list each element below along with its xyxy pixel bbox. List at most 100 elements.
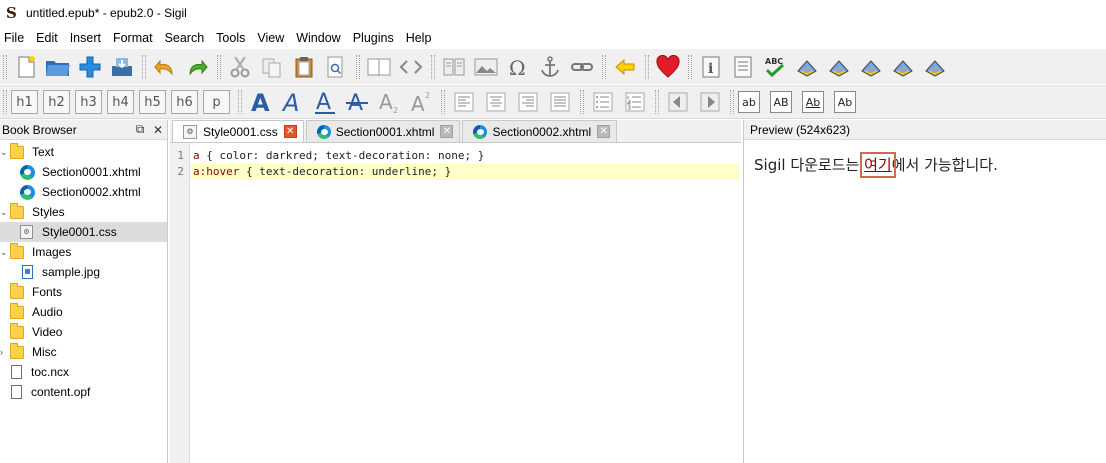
- chevron-down-icon[interactable]: ⌄: [0, 247, 8, 258]
- capitalize-button[interactable]: Ab: [834, 91, 856, 113]
- heading-h6-button[interactable]: h6: [171, 90, 198, 114]
- heading-h1-button[interactable]: h1: [11, 90, 38, 114]
- donate-heart-icon[interactable]: [653, 53, 683, 81]
- tab-section0001-xhtml[interactable]: Section0001.xhtml ✕: [305, 120, 461, 142]
- plugin-2-icon[interactable]: [824, 53, 854, 81]
- plugin-1-icon[interactable]: [792, 53, 822, 81]
- code-line-current[interactable]: a:hover { text-decoration: underline; }: [191, 164, 739, 180]
- tree-folder-fonts[interactable]: Fonts: [0, 282, 167, 302]
- toolbar-grip[interactable]: [3, 90, 7, 114]
- tree-file-style0001[interactable]: ⚙ Style0001.css: [0, 222, 167, 242]
- heading-h5-button[interactable]: h5: [139, 90, 166, 114]
- toolbar-grip[interactable]: [655, 90, 659, 114]
- toolbar-grip[interactable]: [238, 90, 242, 114]
- plugin-5-icon[interactable]: [920, 53, 950, 81]
- close-tab-icon[interactable]: ✕: [597, 125, 611, 138]
- toolbar-grip[interactable]: [645, 54, 649, 79]
- spellcheck-icon[interactable]: ABC: [760, 53, 790, 81]
- split-file-icon[interactable]: [439, 53, 469, 81]
- menu-format[interactable]: Format: [113, 31, 159, 45]
- menu-window[interactable]: Window: [296, 31, 346, 45]
- toolbar-grip[interactable]: [3, 54, 7, 79]
- underline-icon[interactable]: A: [310, 88, 340, 116]
- numbered-list-icon[interactable]: [620, 88, 650, 116]
- toolbar-grip[interactable]: [730, 90, 734, 114]
- tree-file-sample-jpg[interactable]: sample.jpg: [0, 262, 167, 282]
- toolbar-grip[interactable]: [580, 90, 584, 114]
- menu-view[interactable]: View: [257, 31, 290, 45]
- insert-link-icon[interactable]: [567, 53, 597, 81]
- close-tab-icon[interactable]: ✕: [440, 125, 454, 138]
- tree-file-section0002[interactable]: Section0002.xhtml: [0, 182, 167, 202]
- insert-image-icon[interactable]: [471, 53, 501, 81]
- align-right-icon[interactable]: [513, 88, 543, 116]
- tree-file-content-opf[interactable]: content.opf: [0, 382, 167, 402]
- tree-folder-text[interactable]: ⌄ Text: [0, 142, 167, 162]
- chevron-right-icon[interactable]: ›: [0, 347, 8, 357]
- save-icon[interactable]: [107, 53, 137, 81]
- toolbar-grip[interactable]: [688, 54, 692, 79]
- increase-indent-icon[interactable]: [695, 88, 725, 116]
- undo-icon[interactable]: [150, 53, 180, 81]
- float-panel-icon[interactable]: ⧉: [131, 122, 149, 137]
- find-icon[interactable]: [321, 53, 351, 81]
- tree-file-section0001[interactable]: Section0001.xhtml: [0, 162, 167, 182]
- paragraph-button[interactable]: p: [203, 90, 230, 114]
- tab-section0002-xhtml[interactable]: Section0002.xhtml ✕: [462, 120, 618, 142]
- preview-content[interactable]: Sigil 다운로드는 여기에서 가능합니다.: [744, 140, 1106, 178]
- cut-icon[interactable]: [225, 53, 255, 81]
- subscript-icon[interactable]: A2: [374, 88, 404, 116]
- code-line[interactable]: a { color: darkred; text-decoration: non…: [191, 148, 739, 164]
- code-view-icon[interactable]: [396, 53, 426, 81]
- toolbar-grip[interactable]: [142, 54, 146, 79]
- align-left-icon[interactable]: [449, 88, 479, 116]
- toolbar-grip[interactable]: [356, 54, 360, 79]
- menu-plugins[interactable]: Plugins: [353, 31, 400, 45]
- insert-anchor-icon[interactable]: [535, 53, 565, 81]
- heading-h3-button[interactable]: h3: [75, 90, 102, 114]
- tab-style0001-css[interactable]: ⚙ Style0001.css ✕: [172, 120, 304, 142]
- tree-folder-styles[interactable]: ⌄ Styles: [0, 202, 167, 222]
- strikethrough-icon[interactable]: A: [342, 88, 372, 116]
- bold-icon[interactable]: A: [246, 88, 276, 116]
- code-content[interactable]: a { color: darkred; text-decoration: non…: [191, 148, 739, 180]
- justify-icon[interactable]: [545, 88, 575, 116]
- add-plus-icon[interactable]: [75, 53, 105, 81]
- align-center-icon[interactable]: [481, 88, 511, 116]
- titlecase-button[interactable]: Ab: [802, 91, 824, 113]
- menu-tools[interactable]: Tools: [216, 31, 251, 45]
- paste-icon[interactable]: [289, 53, 319, 81]
- open-folder-icon[interactable]: [43, 53, 73, 81]
- italic-icon[interactable]: A: [278, 88, 308, 116]
- tree-file-toc-ncx[interactable]: toc.ncx: [0, 362, 167, 382]
- toolbar-grip[interactable]: [431, 54, 435, 79]
- go-back-arrow-icon[interactable]: [610, 53, 640, 81]
- tree-folder-video[interactable]: Video: [0, 322, 167, 342]
- book-view-icon[interactable]: [364, 53, 394, 81]
- bullet-list-icon[interactable]: [588, 88, 618, 116]
- toolbar-grip[interactable]: [217, 54, 221, 79]
- preview-link[interactable]: 여기: [860, 152, 896, 178]
- tree-folder-misc[interactable]: › Misc: [0, 342, 167, 362]
- chevron-down-icon[interactable]: ⌄: [0, 207, 8, 218]
- tree-folder-audio[interactable]: Audio: [0, 302, 167, 322]
- new-file-icon[interactable]: [11, 53, 41, 81]
- uppercase-button[interactable]: AB: [770, 91, 792, 113]
- toc-icon[interactable]: [728, 53, 758, 81]
- heading-h4-button[interactable]: h4: [107, 90, 134, 114]
- close-tab-icon[interactable]: ✕: [283, 125, 297, 138]
- tree-folder-images[interactable]: ⌄ Images: [0, 242, 167, 262]
- copy-icon[interactable]: [257, 53, 287, 81]
- menu-help[interactable]: Help: [406, 31, 438, 45]
- toolbar-grip[interactable]: [602, 54, 606, 79]
- redo-icon[interactable]: [182, 53, 212, 81]
- menu-search[interactable]: Search: [165, 31, 211, 45]
- decrease-indent-icon[interactable]: [663, 88, 693, 116]
- toolbar-grip[interactable]: [441, 90, 445, 114]
- plugin-3-icon[interactable]: [856, 53, 886, 81]
- book-info-icon[interactable]: i: [696, 53, 726, 81]
- plugin-4-icon[interactable]: [888, 53, 918, 81]
- code-editor[interactable]: 1 2 a { color: darkred; text-decoration:…: [170, 142, 741, 463]
- menu-insert[interactable]: Insert: [70, 31, 107, 45]
- menu-file[interactable]: File: [4, 31, 30, 45]
